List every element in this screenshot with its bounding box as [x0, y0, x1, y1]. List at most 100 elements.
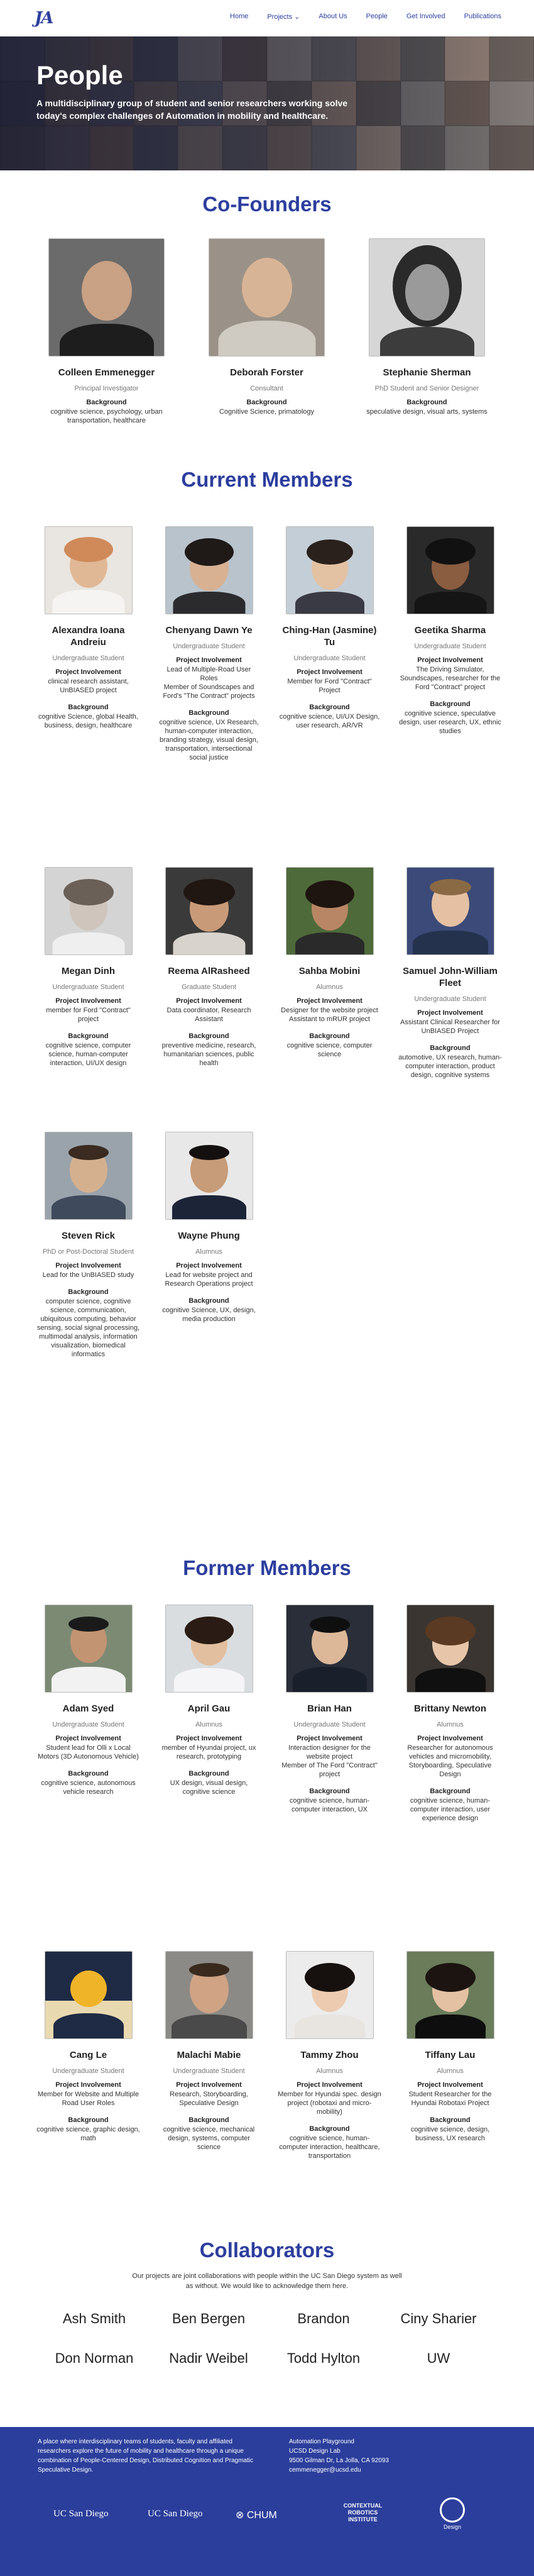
person-card: Malachi Mabie Undergraduate Student Proj… — [157, 1951, 261, 2152]
avatar — [44, 1951, 133, 2039]
person-card: Brian Han Undergraduate Student Project … — [278, 1605, 381, 1814]
collaborator-name: Ben Bergen — [172, 2311, 246, 2326]
background-label: Background — [188, 1032, 229, 1040]
person-name: Tammy Zhou — [300, 2050, 359, 2060]
person-background: cognitive Science, UX, design, media pro… — [162, 1307, 256, 1323]
project-involvement-label: Project Involvement — [417, 1009, 483, 1017]
person-name: Steven Rick — [61, 1230, 116, 1241]
former-members-heading: Former Members — [183, 1556, 351, 1579]
avatar — [209, 238, 325, 357]
person-involvement: clinical research assistant, UnBIASED pr… — [48, 678, 129, 694]
ucsd-design-lab-logo[interactable]: UC San Diego — [148, 2509, 203, 2519]
footer-address: 9500 Gilman Dr, La Jolla, CA 92093 — [289, 2457, 389, 2464]
person-card: Brittany Newton Alumnus Project Involvem… — [398, 1605, 502, 1823]
footer-email[interactable]: cemmenegger@ucsd.edu — [289, 2465, 389, 2475]
background-label: Background — [188, 1770, 229, 1777]
person-involvement: member for Ford "Contract" project — [46, 1007, 131, 1023]
avatar — [406, 867, 494, 955]
person-background: automotive, UX research, human-computer … — [398, 1054, 502, 1079]
background-label: Background — [430, 2116, 471, 2124]
background-label: Background — [188, 709, 229, 717]
person-background: cognitive science, design, business, UX … — [410, 2126, 490, 2142]
nav-about[interactable]: About Us — [319, 13, 347, 21]
background-label: Background — [430, 1788, 471, 1795]
person-name: Cang Le — [69, 2050, 107, 2060]
background-label: Background — [430, 700, 471, 708]
contextual-robotics-logo[interactable]: CONTEXTUAL ROBOTICS INSTITUTE — [336, 2502, 390, 2523]
project-involvement-label: Project Involvement — [55, 1735, 121, 1742]
person-role: Undergraduate Student — [293, 655, 366, 662]
collaborator-name: Nadir Weibel — [169, 2350, 248, 2366]
avatar — [165, 526, 253, 614]
project-involvement-label: Project Involvement — [55, 997, 121, 1005]
person-card: Chenyang Dawn Ye Undergraduate Student P… — [157, 526, 261, 762]
avatar — [44, 1132, 133, 1220]
project-involvement-label: Project Involvement — [55, 2081, 121, 2089]
person-card: Cang Le Undergraduate Student Project In… — [36, 1951, 140, 2143]
project-involvement-label: Project Involvement — [417, 1735, 483, 1742]
person-card: Wayne Phung Alumnus Project Involvement … — [157, 1132, 261, 1324]
person-role: Alumnus — [195, 1248, 222, 1256]
project-involvement-label: Project Involvement — [417, 656, 483, 664]
site-logo[interactable]: JA — [35, 9, 54, 28]
avatar — [285, 1951, 374, 2039]
nav-publications[interactable]: Publications — [464, 13, 501, 21]
person-background: cognitive Science, global Health, busine… — [38, 713, 138, 729]
project-involvement-label: Project Involvement — [55, 668, 121, 676]
background-label: Background — [309, 704, 350, 711]
person-role: Undergraduate Student — [52, 1721, 124, 1728]
person-card: Sahba Mobini Alumnus Project Involvement… — [278, 867, 381, 1059]
chum-logo[interactable]: ⊗ CHUM — [236, 2509, 277, 2521]
chum-icon: ⊗ — [236, 2510, 247, 2521]
avatar — [406, 1605, 494, 1693]
person-involvement: Member for Ford "Contract" Project — [287, 678, 372, 694]
footer-lab: UCSD Design Lab — [289, 2448, 341, 2455]
project-involvement-label: Project Involvement — [417, 2081, 483, 2089]
design-circle-icon — [440, 2497, 465, 2523]
project-involvement-label: Project Involvement — [176, 656, 242, 664]
project-involvement-label: Project Involvement — [55, 1262, 121, 1269]
design-logo[interactable]: Design — [433, 2497, 471, 2530]
avatar — [369, 238, 485, 357]
person-role: Undergraduate Student — [52, 983, 124, 991]
person-name: April Gau — [187, 1703, 231, 1714]
person-role: Alumnus — [195, 1721, 222, 1728]
background-label: Background — [68, 2116, 109, 2124]
person-name: Malachi Mabie — [177, 2050, 241, 2060]
collaborator-name: Brandon — [297, 2311, 350, 2326]
person-card: Ching-Han (Jasmine) Tu Undergraduate Stu… — [278, 526, 381, 730]
person-background: cognitive science, autonomous vehicle re… — [41, 1779, 136, 1796]
person-involvement: The Driving Simulator, Soundscapes, rese… — [400, 666, 501, 691]
person-name: Wayne Phung — [178, 1230, 240, 1241]
person-background: UX design, visual design, cognitive scie… — [170, 1779, 248, 1796]
avatar — [285, 526, 374, 614]
nav-home[interactable]: Home — [230, 13, 248, 21]
current-members-section: Alexandra Ioana Andreiu Undergraduate St… — [0, 492, 534, 1358]
person-background: speculative design, visual arts, systems — [366, 408, 488, 416]
person-name: Brittany Newton — [413, 1703, 486, 1714]
nav-projects[interactable]: Projects ⌄ — [267, 13, 300, 21]
person-involvement: Interaction designer for the website pro… — [281, 1744, 378, 1778]
project-involvement-label: Project Involvement — [297, 2081, 362, 2089]
person-background: cognitive science, computer science — [286, 1042, 373, 1058]
person-card: Reema AlRasheed Graduate Student Project… — [157, 867, 261, 1068]
ucsd-logo[interactable]: UC San Diego — [53, 2509, 109, 2519]
project-involvement-label: Project Involvement — [297, 997, 362, 1005]
person-role: Alumnus — [437, 2067, 464, 2075]
avatar — [285, 1605, 374, 1693]
background-label: Background — [406, 399, 447, 406]
person-involvement: Designer for the website project Assistan… — [281, 1007, 378, 1023]
nav-people[interactable]: People — [366, 13, 388, 21]
footer-contact: Automation Playground UCSD Design Lab 95… — [289, 2437, 389, 2475]
person-background: cognitive science, computer science, hum… — [45, 1042, 131, 1067]
nav-get-involved[interactable]: Get Involved — [406, 13, 445, 21]
person-role: Undergraduate Student — [173, 643, 245, 650]
person-involvement: Member for Hyundai spec. design project … — [278, 2091, 381, 2116]
person-involvement: Researcher for autonomous vehicles and m… — [407, 1744, 493, 1778]
project-involvement-label: Project Involvement — [297, 668, 362, 676]
person-card: Colleen Emmenegger Principal Investigato… — [45, 238, 168, 425]
person-background: cognitive science, psychology, urban tra… — [50, 408, 163, 424]
person-name: Geetika Sharma — [414, 625, 486, 636]
person-name: Alexandra Ioana Andreiu — [52, 625, 125, 648]
person-role: Undergraduate Student — [52, 655, 124, 662]
